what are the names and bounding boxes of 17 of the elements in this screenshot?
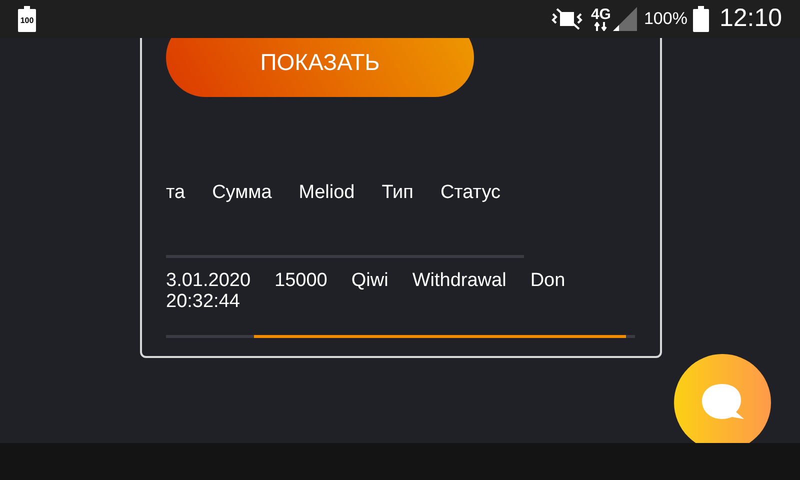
clock: 12:10 [719,3,782,34]
column-header[interactable]: та [166,179,186,208]
vibrate-off-icon [550,8,583,30]
column-header[interactable]: Meliod [298,179,355,208]
transaction-value: Withdrawal [412,270,506,293]
column-header[interactable]: Тип [382,179,414,208]
transaction-value: 3.01.2020 20:32:44 [166,270,251,312]
network-indicator: 4G [590,7,611,31]
transaction-value: Qiwi [351,270,388,293]
battery-icon: 100 [18,6,36,32]
column-header[interactable]: Статус [440,179,500,208]
transaction-value: Don [530,270,566,293]
column-header[interactable]: Сумма [212,179,272,208]
signal-icon [612,7,637,31]
battery-icon [693,6,710,32]
transaction-value: 15000 [274,270,328,293]
battery-percent: 100% [644,8,688,30]
